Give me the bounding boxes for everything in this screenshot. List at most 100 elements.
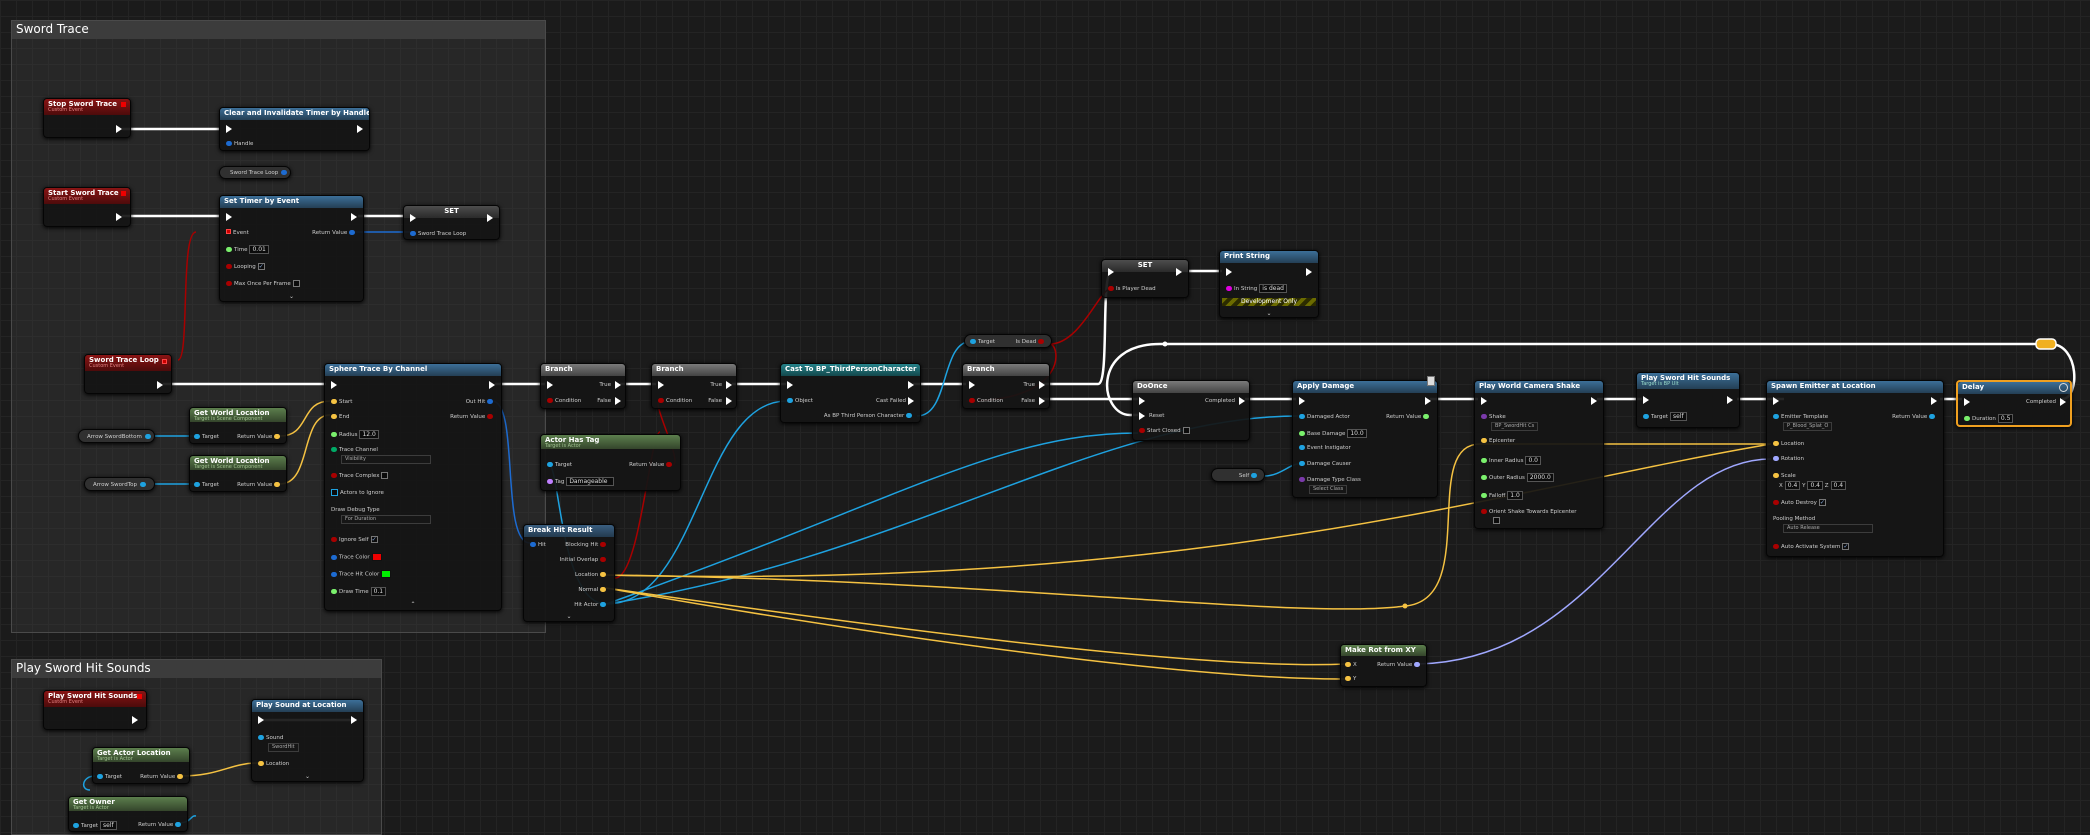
exec-true-pin[interactable] [1039, 381, 1045, 389]
pin-target[interactable]: Target [547, 461, 572, 469]
node-get-actor-location[interactable]: Get Actor Location Target is Actor Target… [92, 747, 190, 784]
chevron-down-icon[interactable]: ⌄ [566, 613, 571, 620]
pin-true[interactable]: True [1023, 381, 1035, 389]
node-get-world-location-top[interactable]: Get World Location Target is Scene Compon… [189, 455, 287, 492]
start-closed-checkbox[interactable] [1182, 427, 1190, 434]
chevron-up-icon[interactable]: ⌃ [410, 601, 415, 608]
sound-dropdown[interactable]: SwordHit [268, 743, 299, 752]
pin-return-value[interactable]: Return Value [1892, 413, 1937, 421]
radius-input[interactable]: 12.0 [359, 430, 379, 439]
pin-object[interactable]: Object [787, 397, 813, 405]
exec-in-pin[interactable] [658, 381, 664, 389]
exec-out-pin[interactable] [132, 716, 138, 724]
exec-in-pin[interactable] [410, 214, 416, 222]
node-print-string[interactable]: Print String In String is dead Developmen… [1219, 250, 1319, 318]
chevron-down-icon[interactable]: ⌄ [305, 773, 310, 780]
exec-in-pin[interactable] [1299, 397, 1305, 405]
pin-return-value[interactable]: Return Value [1386, 413, 1431, 421]
hit-color-swatch[interactable] [381, 570, 392, 578]
exec-completed-pin[interactable] [1239, 397, 1245, 405]
pin-epicenter[interactable]: Epicenter [1481, 437, 1515, 445]
exec-out-pin[interactable] [1931, 397, 1937, 405]
trace-complex-checkbox[interactable] [381, 472, 389, 479]
looping-checkbox[interactable]: ✓ [257, 263, 265, 270]
chevron-down-icon[interactable]: ⌄ [289, 293, 294, 300]
var-sword-trace-loop-get[interactable]: Sword Trace Loop [219, 166, 291, 179]
pin-trace-hit-color[interactable]: Trace Hit Color [331, 570, 392, 579]
target-input[interactable]: self [1670, 412, 1687, 421]
event-sword-trace-loop[interactable]: Sword Trace Loop Custom Event [84, 354, 172, 394]
pin-return-value[interactable]: Return Value [312, 229, 357, 237]
pin-location[interactable]: Location [1773, 440, 1804, 448]
pin-target[interactable]: Target [194, 433, 219, 441]
pin-event-instigator[interactable]: Event Instigator [1299, 444, 1351, 452]
pin-damage-type-class[interactable]: Damage Type Class [1299, 476, 1361, 484]
node-spawn-emitter-at-location[interactable]: Spawn Emitter at Location Emitter Templa… [1766, 380, 1944, 557]
exec-out-pin[interactable] [351, 716, 357, 724]
inner-radius-input[interactable]: 0.0 [1525, 456, 1541, 465]
exec-in-pin[interactable] [1226, 268, 1232, 276]
pin-time[interactable]: Time 0.01 [226, 245, 269, 254]
node-branch-2[interactable]: Branch True Condition False [651, 363, 737, 409]
pin-false[interactable]: False [708, 397, 722, 405]
pin-target[interactable]: Target [194, 481, 219, 489]
pin-in-string[interactable]: In String is dead [1226, 284, 1287, 293]
chevron-down-icon[interactable]: ⌄ [1266, 310, 1271, 317]
exec-out-pin[interactable] [116, 213, 122, 221]
shake-dropdown[interactable]: BP_SwordHit Cs [1491, 422, 1539, 431]
duration-input[interactable]: 0.5 [1997, 414, 2014, 423]
pin-blocking-hit[interactable]: Blocking Hit [565, 541, 608, 549]
pin-radius[interactable]: Radius 12.0 [331, 430, 379, 439]
exec-true-pin[interactable] [726, 381, 732, 389]
pin-auto-activate[interactable]: Auto Activate System ✓ [1773, 543, 1850, 551]
pin-condition[interactable]: Condition [969, 397, 1003, 405]
auto-destroy-checkbox[interactable]: ✓ [1818, 499, 1826, 506]
pin-completed[interactable]: Completed [2026, 398, 2056, 406]
pin-cast-failed[interactable]: Cast Failed [876, 397, 906, 405]
exec-out-pin[interactable] [908, 381, 914, 389]
pin-return-value[interactable]: Return Value [1377, 661, 1422, 669]
scale-y-input[interactable]: 0.4 [1807, 481, 1823, 490]
exec-out-pin[interactable] [116, 125, 122, 133]
pin-is-dead[interactable]: Is Dead [1016, 338, 1046, 346]
pin-damaged-actor[interactable]: Damaged Actor [1299, 413, 1350, 421]
exec-in-pin[interactable] [1481, 397, 1487, 405]
pin-outer-radius[interactable]: Outer Radius 2000.0 [1481, 473, 1554, 482]
exec-in-pin[interactable] [331, 381, 337, 389]
var-arrow-sword-bottom[interactable]: Arrow SwordBottom [78, 429, 155, 443]
exec-in-pin[interactable] [1964, 398, 1970, 406]
pin-pooling-method[interactable]: Pooling Method [1773, 515, 1815, 523]
pin-inner-radius[interactable]: Inner Radius 0.0 [1481, 456, 1541, 465]
pin-tag[interactable]: Tag Damageable [547, 477, 615, 486]
var-arrow-sword-top[interactable]: Arrow SwordTop [84, 477, 155, 491]
exec-out-pin[interactable] [1727, 396, 1733, 404]
pin-end[interactable]: End [331, 413, 349, 421]
pin-initial-overlap[interactable]: Initial Overlap [560, 556, 608, 564]
damage-type-dropdown[interactable]: Select Class [1309, 485, 1348, 494]
pin-return-value[interactable]: Return Value [140, 773, 185, 781]
pin-looping[interactable]: Looping ✓ [226, 263, 265, 271]
base-damage-input[interactable]: 10.0 [1347, 429, 1367, 438]
exec-completed-pin[interactable] [2060, 398, 2066, 406]
node-break-hit-result[interactable]: Break Hit Result Hit Blocking Hit Initia… [523, 524, 615, 622]
node-branch-3[interactable]: Branch True Condition False [962, 363, 1050, 409]
pin-falloff[interactable]: Falloff 1.0 [1481, 491, 1523, 500]
pin-max-once[interactable]: Max Once Per Frame [226, 280, 300, 288]
exec-in-pin[interactable] [969, 381, 975, 389]
exec-in-pin[interactable] [1643, 396, 1649, 404]
pin-emitter-template[interactable]: Emitter Template [1773, 413, 1828, 421]
node-play-sound-at-location[interactable]: Play Sound at Location Sound SwordHit Lo… [251, 699, 364, 782]
pin-draw-time[interactable]: Draw Time 0.1 [331, 587, 387, 596]
pin-return-value[interactable]: Return Value [138, 821, 183, 829]
pin-trace-complex[interactable]: Trace Complex [331, 472, 389, 480]
target-input[interactable]: self [100, 821, 117, 830]
pin-target[interactable]: Target self [1643, 412, 1687, 421]
node-actor-has-tag[interactable]: Actor Has Tag Target is Actor Target Retu… [540, 434, 681, 491]
pin-false[interactable]: False [1021, 397, 1035, 405]
orient-shake-checkbox[interactable] [1493, 517, 1500, 524]
exec-out-pin[interactable] [351, 213, 357, 221]
node-clear-invalidate-timer[interactable]: Clear and Invalidate Timer by Handle Han… [219, 107, 370, 151]
event-play-sword-hit-sounds[interactable]: Play Sword Hit Sounds Custom Event [43, 690, 147, 730]
pin-ignore-self[interactable]: Ignore Self ✓ [331, 536, 378, 544]
pin-target[interactable]: Target [970, 338, 995, 346]
